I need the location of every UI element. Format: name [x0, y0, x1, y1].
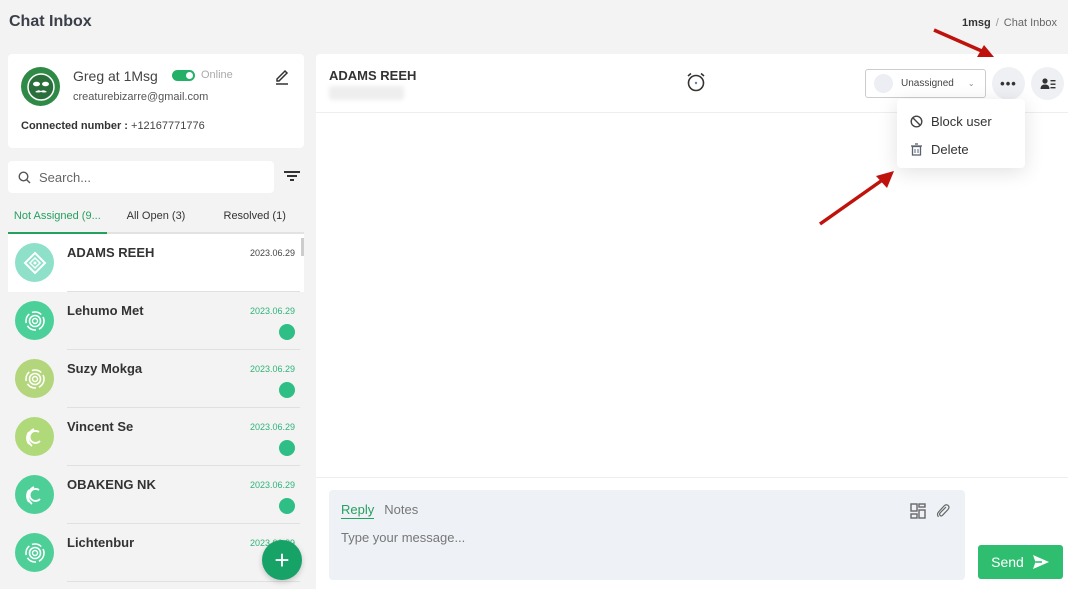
- block-icon: [910, 114, 923, 128]
- list-scrollbar[interactable]: [301, 238, 304, 256]
- conversation-avatar: [15, 417, 54, 456]
- menu-item-label: Delete: [931, 141, 969, 157]
- contact-info-button[interactable]: [1031, 67, 1064, 100]
- paperclip-icon: [936, 504, 950, 518]
- arcs-icon: [25, 485, 41, 505]
- diamond-icon: [23, 251, 46, 274]
- templates-button[interactable]: [910, 503, 926, 519]
- message-composer: Reply Notes: [329, 490, 965, 580]
- conversation-avatar: [15, 533, 54, 572]
- rings-icon: [24, 542, 45, 563]
- assignee-label: Unassigned: [901, 78, 954, 89]
- filter-button[interactable]: [283, 168, 301, 184]
- search-icon: [18, 170, 31, 183]
- menu-item-delete[interactable]: Delete: [897, 135, 1025, 163]
- online-status-label: Online: [201, 69, 233, 81]
- send-button[interactable]: Send: [978, 545, 1063, 579]
- conversation-date: 2023.06.29: [249, 364, 295, 374]
- breadcrumb-current: Chat Inbox: [1003, 17, 1057, 29]
- menu-item-block-user[interactable]: Block user: [897, 107, 1025, 135]
- unread-indicator: [279, 498, 295, 514]
- rings-icon: [24, 310, 45, 331]
- conversation-item[interactable]: ADAMS REEH 2023.06.29: [8, 234, 304, 292]
- page-title: Chat Inbox: [9, 13, 92, 30]
- breadcrumb: 1msg / Chat Inbox: [962, 17, 1057, 29]
- conversation-date: 2023.06.29: [249, 422, 295, 432]
- arcs-icon: [25, 427, 41, 447]
- conversation-tabs: Not Assigned (9... All Open (3) Resolved…: [8, 204, 304, 234]
- more-options-button[interactable]: •••: [992, 67, 1025, 100]
- conversation-item[interactable]: Suzy Mokga 2023.06.29: [8, 350, 304, 408]
- avatar-face-icon: [26, 72, 55, 101]
- composer-tabs: Reply Notes: [341, 502, 428, 519]
- rings-icon: [24, 368, 45, 389]
- chat-contact-name: ADAMS REEH: [329, 68, 417, 83]
- tab-not-assigned[interactable]: Not Assigned (9...: [8, 204, 107, 234]
- conversation-name: OBAKENG NK: [67, 477, 156, 492]
- conversation-item[interactable]: Lehumo Met 2023.06.29: [8, 292, 304, 350]
- attach-button[interactable]: [935, 503, 951, 519]
- search-input[interactable]: [39, 169, 239, 185]
- unread-indicator: [279, 324, 295, 340]
- profile-avatar: [21, 67, 60, 106]
- assignee-avatar: [874, 74, 893, 93]
- conversation-date: 2023.06.29: [249, 480, 295, 490]
- conversation-date: 2023.06.29: [249, 306, 295, 316]
- conversation-name: Lehumo Met: [67, 303, 144, 318]
- edit-profile-button[interactable]: [274, 67, 290, 85]
- conversation-date: 2023.06.29: [249, 248, 295, 258]
- conversation-name: Suzy Mokga: [67, 361, 143, 376]
- unread-indicator: [279, 382, 295, 398]
- conversation-avatar: [15, 243, 54, 282]
- composer-divider: [316, 477, 1068, 478]
- search-box: [8, 161, 274, 193]
- send-arrow-icon: [1032, 555, 1049, 569]
- profile-email: creaturebizarre@gmail.com: [73, 91, 209, 103]
- conversation-avatar: [15, 359, 54, 398]
- trash-icon: [911, 142, 922, 156]
- conversation-item[interactable]: Lichtenbur 2023.06.29: [8, 524, 304, 582]
- conversation-item[interactable]: OBAKENG NK 2023.06.29: [8, 466, 304, 524]
- connected-number-label: Connected number :: [21, 120, 128, 132]
- tab-reply[interactable]: Reply: [341, 502, 375, 519]
- connected-number: Connected number : +12167771776: [21, 120, 205, 132]
- assignee-select[interactable]: Unassigned ⌄: [865, 69, 986, 98]
- conversation-avatar: [15, 475, 54, 514]
- filter-icon: [284, 171, 300, 181]
- alarm-clock-icon: [687, 72, 705, 92]
- conversation-name: ADAMS REEH: [67, 245, 155, 260]
- chevron-down-icon: ⌄: [967, 79, 975, 88]
- ellipsis-icon: •••: [1000, 76, 1017, 91]
- template-grid-icon: [910, 503, 926, 519]
- new-conversation-button[interactable]: +: [262, 540, 302, 580]
- more-options-menu: Block user Delete: [897, 99, 1025, 168]
- tab-resolved[interactable]: Resolved (1): [205, 204, 304, 232]
- conversation-list: ADAMS REEH 2023.06.29 Lehumo Met 2023.06…: [8, 234, 304, 589]
- tab-notes[interactable]: Notes: [384, 502, 418, 519]
- contact-card-icon: [1040, 77, 1055, 89]
- breadcrumb-root[interactable]: 1msg: [962, 17, 991, 29]
- message-input[interactable]: [341, 530, 941, 570]
- menu-item-label: Block user: [931, 113, 992, 129]
- conversation-name: Vincent Se: [67, 419, 134, 434]
- connected-number-value: +12167771776: [131, 120, 205, 132]
- profile-card: Greg at 1Msg Online creaturebizarre@gmai…: [8, 54, 304, 148]
- unread-indicator: [279, 440, 295, 456]
- profile-name: Greg at 1Msg: [73, 68, 158, 84]
- chat-contact-phone-blurred: [329, 86, 404, 100]
- conversation-name: Lichtenbur: [67, 535, 135, 550]
- conversation-item[interactable]: Vincent Se 2023.06.29: [8, 408, 304, 466]
- snooze-button[interactable]: [685, 71, 707, 93]
- online-toggle[interactable]: [172, 70, 195, 81]
- pencil-icon: [276, 69, 289, 85]
- breadcrumb-separator: /: [995, 17, 999, 29]
- conversation-avatar: [15, 301, 54, 340]
- send-label: Send: [991, 554, 1024, 570]
- tab-all-open[interactable]: All Open (3): [107, 204, 206, 232]
